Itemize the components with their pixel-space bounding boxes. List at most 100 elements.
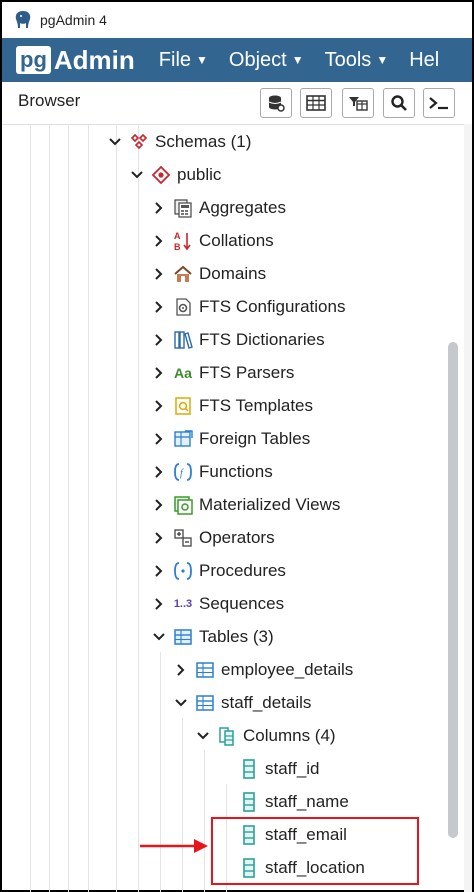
chevron-right-icon[interactable]	[152, 499, 166, 511]
tree-node-fts-parsers[interactable]: Aa FTS Parsers	[152, 359, 294, 387]
chevron-right-icon[interactable]	[152, 400, 166, 412]
sequences-icon-text: 1..3	[173, 598, 193, 610]
chevron-right-icon[interactable]	[152, 466, 166, 478]
chevron-down-icon: ▼	[376, 53, 389, 67]
tree-guide-line	[204, 750, 205, 892]
tree-node-employee-details[interactable]: employee_details	[174, 656, 353, 684]
chevron-right-icon[interactable]	[152, 202, 166, 214]
query-tool-button[interactable]	[260, 88, 292, 118]
tree-node-aggregates[interactable]: Aggregates	[152, 194, 286, 222]
tree-node-fts-dictionaries[interactable]: FTS Dictionaries	[152, 326, 325, 354]
chevron-right-icon[interactable]	[174, 664, 188, 676]
tree-node-sequences[interactable]: 1..3 Sequences	[152, 590, 284, 618]
filtered-rows-button[interactable]	[342, 88, 374, 118]
tree-node-functions[interactable]: f Functions	[152, 458, 273, 486]
chevron-right-icon[interactable]	[152, 532, 166, 544]
tree-guide-line	[160, 652, 161, 892]
fts-templates-icon	[172, 395, 194, 417]
terminal-icon	[429, 97, 448, 110]
chevron-down-icon[interactable]	[130, 171, 144, 179]
tree-node-staff-details[interactable]: staff_details	[174, 689, 311, 717]
tree-guide-line	[30, 124, 31, 892]
fts-dictionaries-icon	[172, 329, 194, 351]
menu-file[interactable]: File ▼	[159, 49, 208, 72]
chevron-down-icon[interactable]	[152, 633, 166, 641]
tree-node-materialized-views[interactable]: Materialized Views	[152, 491, 340, 519]
tree-node-fts-configurations[interactable]: FTS Configurations	[152, 293, 345, 321]
tables-icon	[172, 626, 194, 648]
chevron-right-icon[interactable]	[152, 565, 166, 577]
chevron-down-icon[interactable]	[174, 699, 188, 707]
table-icon	[194, 659, 216, 681]
chevron-right-icon[interactable]	[152, 598, 166, 610]
tree-node-operators[interactable]: Operators	[152, 524, 275, 552]
foreign-tables-label: Foreign Tables	[199, 429, 311, 448]
fts-configurations-label: FTS Configurations	[199, 297, 346, 316]
employee-details-label: employee_details	[221, 660, 354, 679]
menu-object-label: Object	[228, 48, 287, 71]
view-data-button[interactable]	[300, 88, 332, 118]
tree-node-domains[interactable]: Domains	[152, 260, 266, 288]
domains-icon	[172, 263, 194, 285]
materialized-views-icon	[172, 494, 194, 516]
window-title: pgAdmin 4	[40, 12, 107, 28]
procedures-icon	[172, 560, 194, 582]
pgadmin-logo[interactable]: pg Admin	[16, 45, 135, 76]
domains-label: Domains	[199, 264, 267, 283]
tree-node-collations[interactable]: A B Collations	[152, 227, 274, 255]
search-objects-button[interactable]	[383, 88, 415, 118]
columns-label: Columns (4)	[243, 726, 336, 745]
tree-guide-line	[88, 124, 89, 892]
tree-guide-line	[116, 124, 117, 892]
tree-node-foreign-tables[interactable]: Foreign Tables	[152, 425, 310, 453]
menu-tools-label: Tools	[324, 48, 372, 71]
table-view-icon	[306, 95, 326, 111]
menu-object[interactable]: Object ▼	[229, 49, 304, 72]
public-label: public	[177, 165, 222, 184]
aggregates-label: Aggregates	[199, 198, 286, 217]
schema-icon	[150, 164, 172, 186]
menu-help[interactable]: Hel	[409, 49, 439, 72]
tree-node-tables[interactable]: Tables (3)	[152, 623, 274, 651]
sequences-icon: 1..3	[172, 593, 194, 615]
chevron-right-icon[interactable]	[152, 301, 166, 313]
chevron-right-icon[interactable]	[152, 334, 166, 346]
tree-node-schemas[interactable]: Schemas (1)	[108, 128, 251, 156]
chevron-down-icon: ▼	[196, 53, 208, 67]
right-panel-edge	[464, 124, 472, 892]
collations-icon: A B	[172, 230, 194, 252]
sequences-label: Sequences	[199, 594, 285, 613]
tree-node-columns[interactable]: Columns (4)	[196, 722, 336, 750]
browser-tab-label[interactable]: Browser	[18, 91, 80, 111]
tree-node-public[interactable]: public	[130, 161, 221, 189]
chevron-right-icon[interactable]	[152, 433, 166, 445]
menu-tools[interactable]: Tools ▼	[325, 49, 389, 72]
schemas-icon	[128, 131, 150, 153]
svg-text:B: B	[174, 242, 181, 252]
psql-tool-button[interactable]	[423, 88, 455, 118]
tree-node-column-staff-name[interactable]: staff_name	[218, 788, 349, 816]
tree-node-column-staff-id[interactable]: staff_id	[218, 755, 320, 783]
svg-text:f: f	[180, 468, 184, 479]
filter-rows-icon	[349, 97, 368, 111]
tree-node-fts-templates[interactable]: FTS Templates	[152, 392, 313, 420]
chevron-right-icon[interactable]	[152, 268, 166, 280]
tree-scrollbar[interactable]	[448, 342, 458, 838]
aggregates-icon	[172, 197, 194, 219]
functions-icon: f	[172, 461, 194, 483]
database-query-icon	[268, 95, 285, 112]
column-icon	[238, 791, 260, 813]
chevron-down-icon[interactable]	[108, 138, 122, 146]
table-icon	[194, 692, 216, 714]
tree-guide-line	[138, 124, 139, 892]
staff-name-label: staff_name	[265, 792, 349, 811]
chevron-right-icon[interactable]	[152, 235, 166, 247]
browser-tree: Schemas (1) public Aggregates A B Collat…	[2, 124, 472, 892]
staff-details-label: staff_details	[221, 693, 312, 712]
chevron-down-icon[interactable]	[196, 732, 210, 740]
fts-parsers-icon: Aa	[172, 362, 194, 384]
fts-templates-label: FTS Templates	[199, 396, 314, 415]
tree-node-procedures[interactable]: Procedures	[152, 557, 286, 585]
chevron-right-icon[interactable]	[152, 367, 166, 379]
title-bar: pgAdmin 4	[2, 2, 472, 38]
